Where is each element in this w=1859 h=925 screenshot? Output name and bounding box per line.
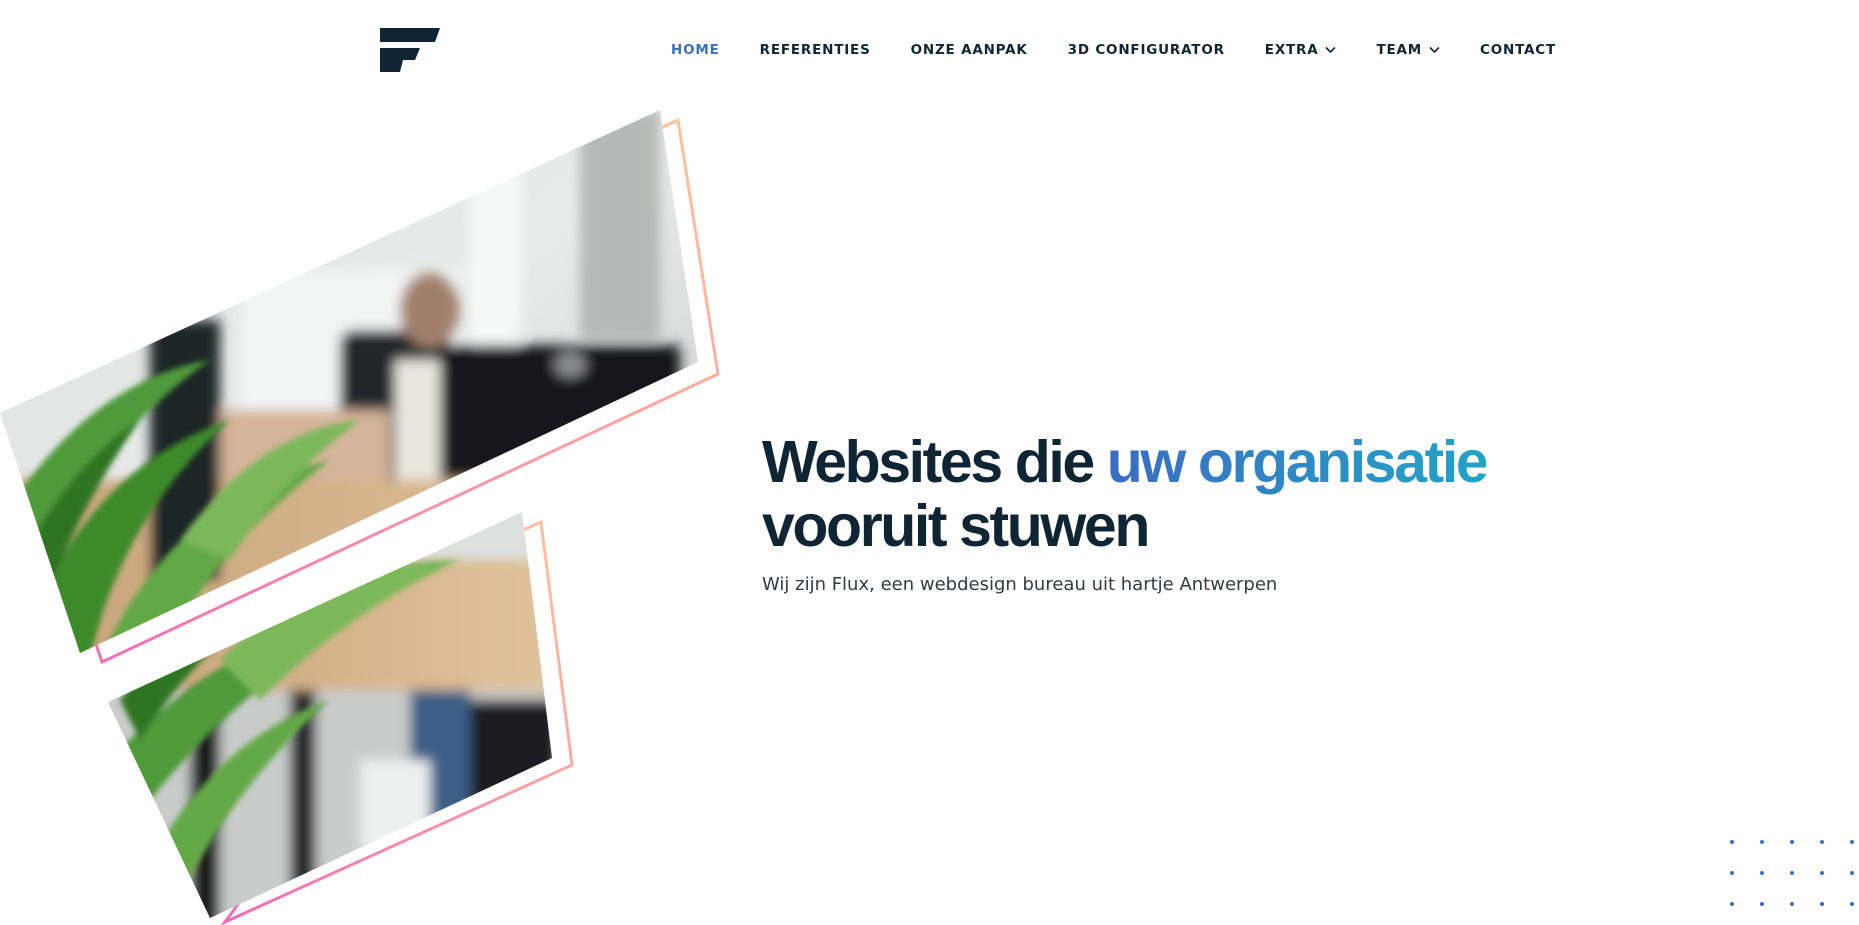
nav-item-contact[interactable]: CONTACT xyxy=(1480,42,1556,58)
flux-logo-icon[interactable] xyxy=(380,28,440,72)
nav-item-label: ONZE AANPAK xyxy=(910,42,1028,58)
chevron-down-icon xyxy=(1325,46,1337,54)
nav-item-3d-configurator[interactable]: 3D CONFIGURATOR xyxy=(1068,42,1225,58)
hero-subtitle: Wij zijn Flux, een webdesign bureau uit … xyxy=(762,574,1278,595)
hero-headline: Websites die uw organisatie vooruit stuw… xyxy=(762,429,1489,559)
headline-part2: vooruit stuwen xyxy=(762,493,1150,559)
nav-item-onze-aanpak[interactable]: ONZE AANPAK xyxy=(911,42,1028,58)
nav-item-label: EXTRA xyxy=(1264,42,1319,58)
nav-item-label: 3D CONFIGURATOR xyxy=(1067,42,1225,58)
hero-images xyxy=(0,110,720,925)
nav-item-label: HOME xyxy=(671,42,720,58)
page: HOME REFERENTIES ONZE AANPAK 3D CONFIGUR… xyxy=(0,0,1859,925)
nav-item-home[interactable]: HOME xyxy=(671,42,720,58)
headline-part1: Websites die xyxy=(762,429,1107,495)
chevron-down-icon xyxy=(1429,46,1440,54)
nav-item-label: TEAM xyxy=(1376,42,1422,58)
nav-item-extra[interactable]: EXTRA xyxy=(1265,42,1337,58)
nav-item-label: REFERENTIES xyxy=(759,42,871,58)
dot-grid-icon xyxy=(1730,840,1854,906)
nav-item-referenties[interactable]: REFERENTIES xyxy=(760,42,871,58)
main-nav: HOME REFERENTIES ONZE AANPAK 3D CONFIGUR… xyxy=(671,40,1556,60)
nav-item-team[interactable]: TEAM xyxy=(1376,42,1440,58)
headline-highlight: uw organisatie xyxy=(1106,429,1489,495)
nav-item-label: CONTACT xyxy=(1480,42,1557,58)
